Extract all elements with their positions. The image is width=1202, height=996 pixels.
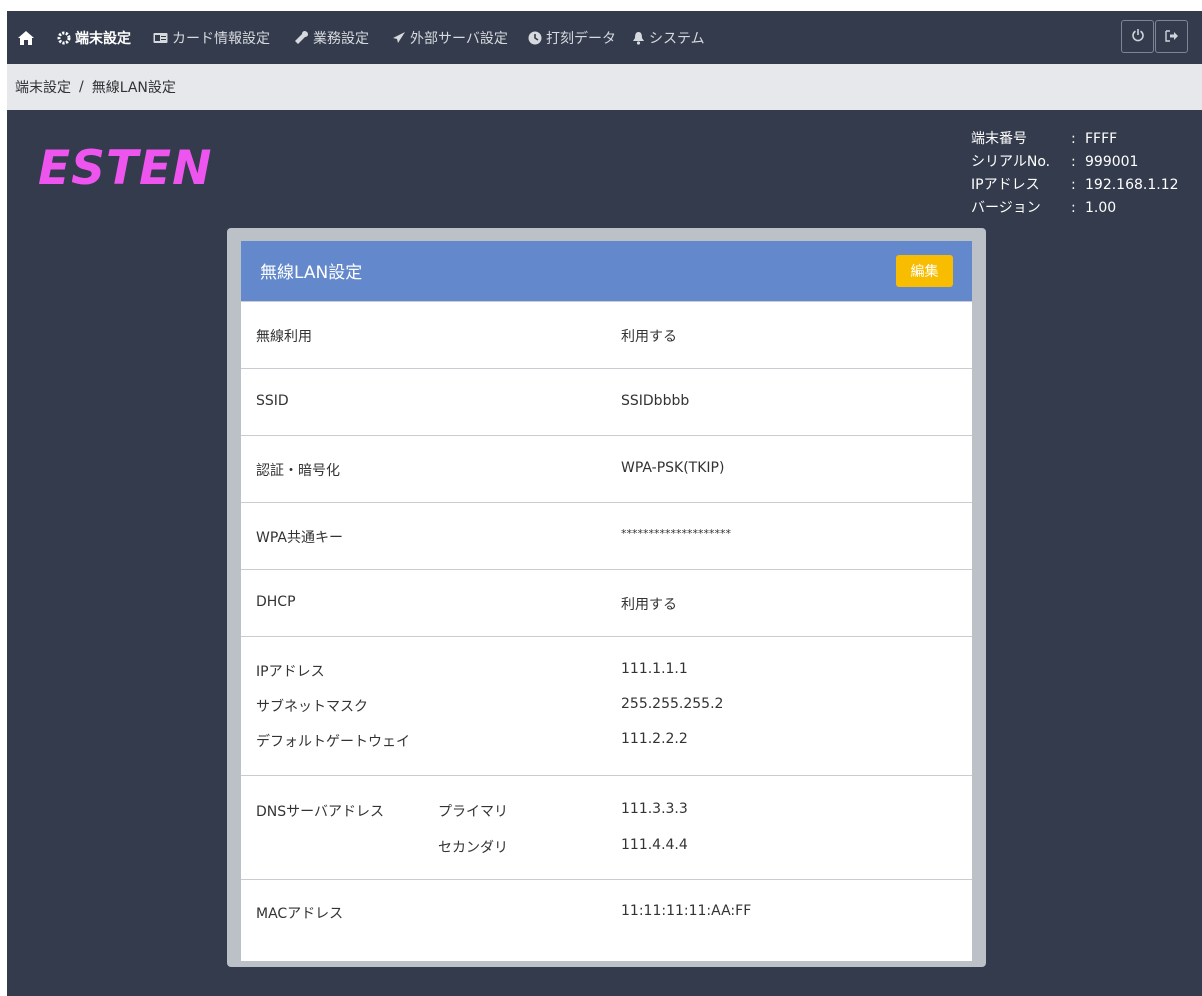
device-info-colon: : — [1071, 154, 1076, 170]
setting-value: 111.2.2.2 — [621, 731, 688, 747]
dns-primary-label: プライマリ — [438, 804, 508, 820]
home-link[interactable] — [17, 11, 39, 64]
setting-value: 111.1.1.1 — [621, 661, 688, 677]
setting-row-auth: 認証・暗号化 WPA-PSK(TKIP) — [241, 435, 972, 503]
breadcrumb: 端末設定 / 無線LAN設定 — [7, 64, 1202, 110]
device-info-row: IPアドレス : 192.168.1.12 — [971, 174, 1179, 197]
bell-icon — [632, 31, 645, 45]
setting-label: サブネットマスク — [256, 699, 368, 715]
device-info-colon: : — [1071, 131, 1076, 147]
device-info-key: IPアドレス — [971, 177, 1040, 193]
device-info: 端末番号 : FFFF シリアルNo. : 999001 IPアドレス : 19… — [971, 128, 1179, 220]
device-info-value: 192.168.1.12 — [1085, 177, 1179, 193]
nav-item-system[interactable]: システム — [632, 11, 705, 64]
app-frame: 端末設定 カード情報設定 業務設定 外部サーバ設定 打刻データ システム 端末設… — [7, 11, 1202, 996]
setting-value: 利用する — [621, 329, 677, 345]
nav-item-label: 業務設定 — [313, 30, 369, 47]
setting-row-ssid: SSID SSIDbbbb — [241, 368, 972, 436]
wireless-lan-settings-card: 無線LAN設定 編集 無線利用 利用する SSID SSIDbbbb 認証・暗号… — [241, 241, 972, 961]
wrench-icon — [294, 30, 309, 45]
home-icon — [17, 30, 35, 46]
device-info-row: シリアルNo. : 999001 — [971, 151, 1179, 174]
clock-icon — [528, 31, 542, 45]
nav-item-label: 外部サーバ設定 — [410, 30, 508, 47]
breadcrumb-current: 無線LAN設定 — [91, 80, 176, 96]
nav-item-terminal-settings[interactable]: 端末設定 — [57, 11, 131, 64]
edit-button[interactable]: 編集 — [896, 255, 953, 287]
setting-row-wireless-use: 無線利用 利用する — [241, 301, 972, 369]
logout-button[interactable] — [1155, 20, 1188, 53]
device-info-key: シリアルNo. — [971, 154, 1051, 170]
setting-value: 利用する — [621, 597, 677, 613]
nav-item-punch-data[interactable]: 打刻データ — [528, 11, 616, 64]
power-icon — [1131, 27, 1145, 46]
card-header: 無線LAN設定 編集 — [241, 241, 972, 301]
setting-label: 認証・暗号化 — [256, 463, 340, 479]
setting-label: DHCP — [256, 594, 296, 610]
device-info-value: 999001 — [1085, 154, 1139, 170]
card-icon — [153, 32, 168, 44]
setting-value: 255.255.255.2 — [621, 696, 724, 712]
device-info-value: FFFF — [1085, 131, 1118, 147]
device-info-key: バージョン — [971, 200, 1041, 216]
send-icon — [392, 31, 406, 44]
setting-label: 無線利用 — [256, 329, 312, 345]
top-navbar: 端末設定 カード情報設定 業務設定 外部サーバ設定 打刻データ システム — [7, 11, 1202, 64]
nav-item-label: 端末設定 — [75, 30, 131, 47]
setting-label: デフォルトゲートウェイ — [256, 734, 410, 750]
dns-primary-value: 111.3.3.3 — [621, 801, 688, 817]
device-info-row: 端末番号 : FFFF — [971, 128, 1179, 151]
logout-icon — [1164, 27, 1179, 46]
setting-label: DNSサーバアドレス — [256, 804, 384, 820]
setting-label: SSID — [256, 393, 289, 409]
nav-item-business-settings[interactable]: 業務設定 — [294, 11, 369, 64]
nav-item-label: システム — [649, 30, 705, 47]
setting-row-dns: DNSサーバアドレス プライマリ 111.3.3.3 セカンダリ 111.4.4… — [241, 775, 972, 880]
breadcrumb-parent[interactable]: 端末設定 — [15, 77, 71, 97]
device-info-colon: : — [1071, 200, 1076, 216]
gear-icon — [57, 31, 71, 45]
setting-value: WPA-PSK(TKIP) — [621, 460, 725, 476]
device-info-key: 端末番号 — [971, 131, 1027, 147]
nav-item-label: カード情報設定 — [172, 30, 270, 47]
setting-row-mac: MACアドレス 11:11:11:11:AA:FF — [241, 879, 972, 962]
nav-item-card-settings[interactable]: カード情報設定 — [153, 11, 270, 64]
setting-row-ip-config: IPアドレス 111.1.1.1 サブネットマスク 255.255.255.2 … — [241, 636, 972, 776]
setting-row-wpa-key: WPA共通キー ******************** — [241, 502, 972, 570]
setting-label: MACアドレス — [256, 906, 344, 922]
setting-label: WPA共通キー — [256, 530, 343, 546]
setting-value: SSIDbbbb — [621, 393, 690, 409]
setting-value: 11:11:11:11:AA:FF — [621, 903, 752, 919]
card-title: 無線LAN設定 — [260, 263, 363, 283]
power-button[interactable] — [1121, 20, 1154, 53]
device-info-row: バージョン : 1.00 — [971, 197, 1179, 220]
esten-logo: ESTEN — [38, 141, 213, 196]
dns-secondary-label: セカンダリ — [438, 840, 508, 856]
device-info-colon: : — [1071, 177, 1076, 193]
nav-item-external-server[interactable]: 外部サーバ設定 — [392, 11, 508, 64]
nav-item-label: 打刻データ — [546, 30, 616, 47]
breadcrumb-separator: / — [79, 79, 84, 95]
setting-label: IPアドレス — [256, 664, 325, 680]
dns-secondary-value: 111.4.4.4 — [621, 837, 688, 853]
setting-row-dhcp: DHCP 利用する — [241, 569, 972, 637]
device-info-value: 1.00 — [1085, 200, 1117, 216]
setting-value: ******************** — [621, 527, 731, 540]
